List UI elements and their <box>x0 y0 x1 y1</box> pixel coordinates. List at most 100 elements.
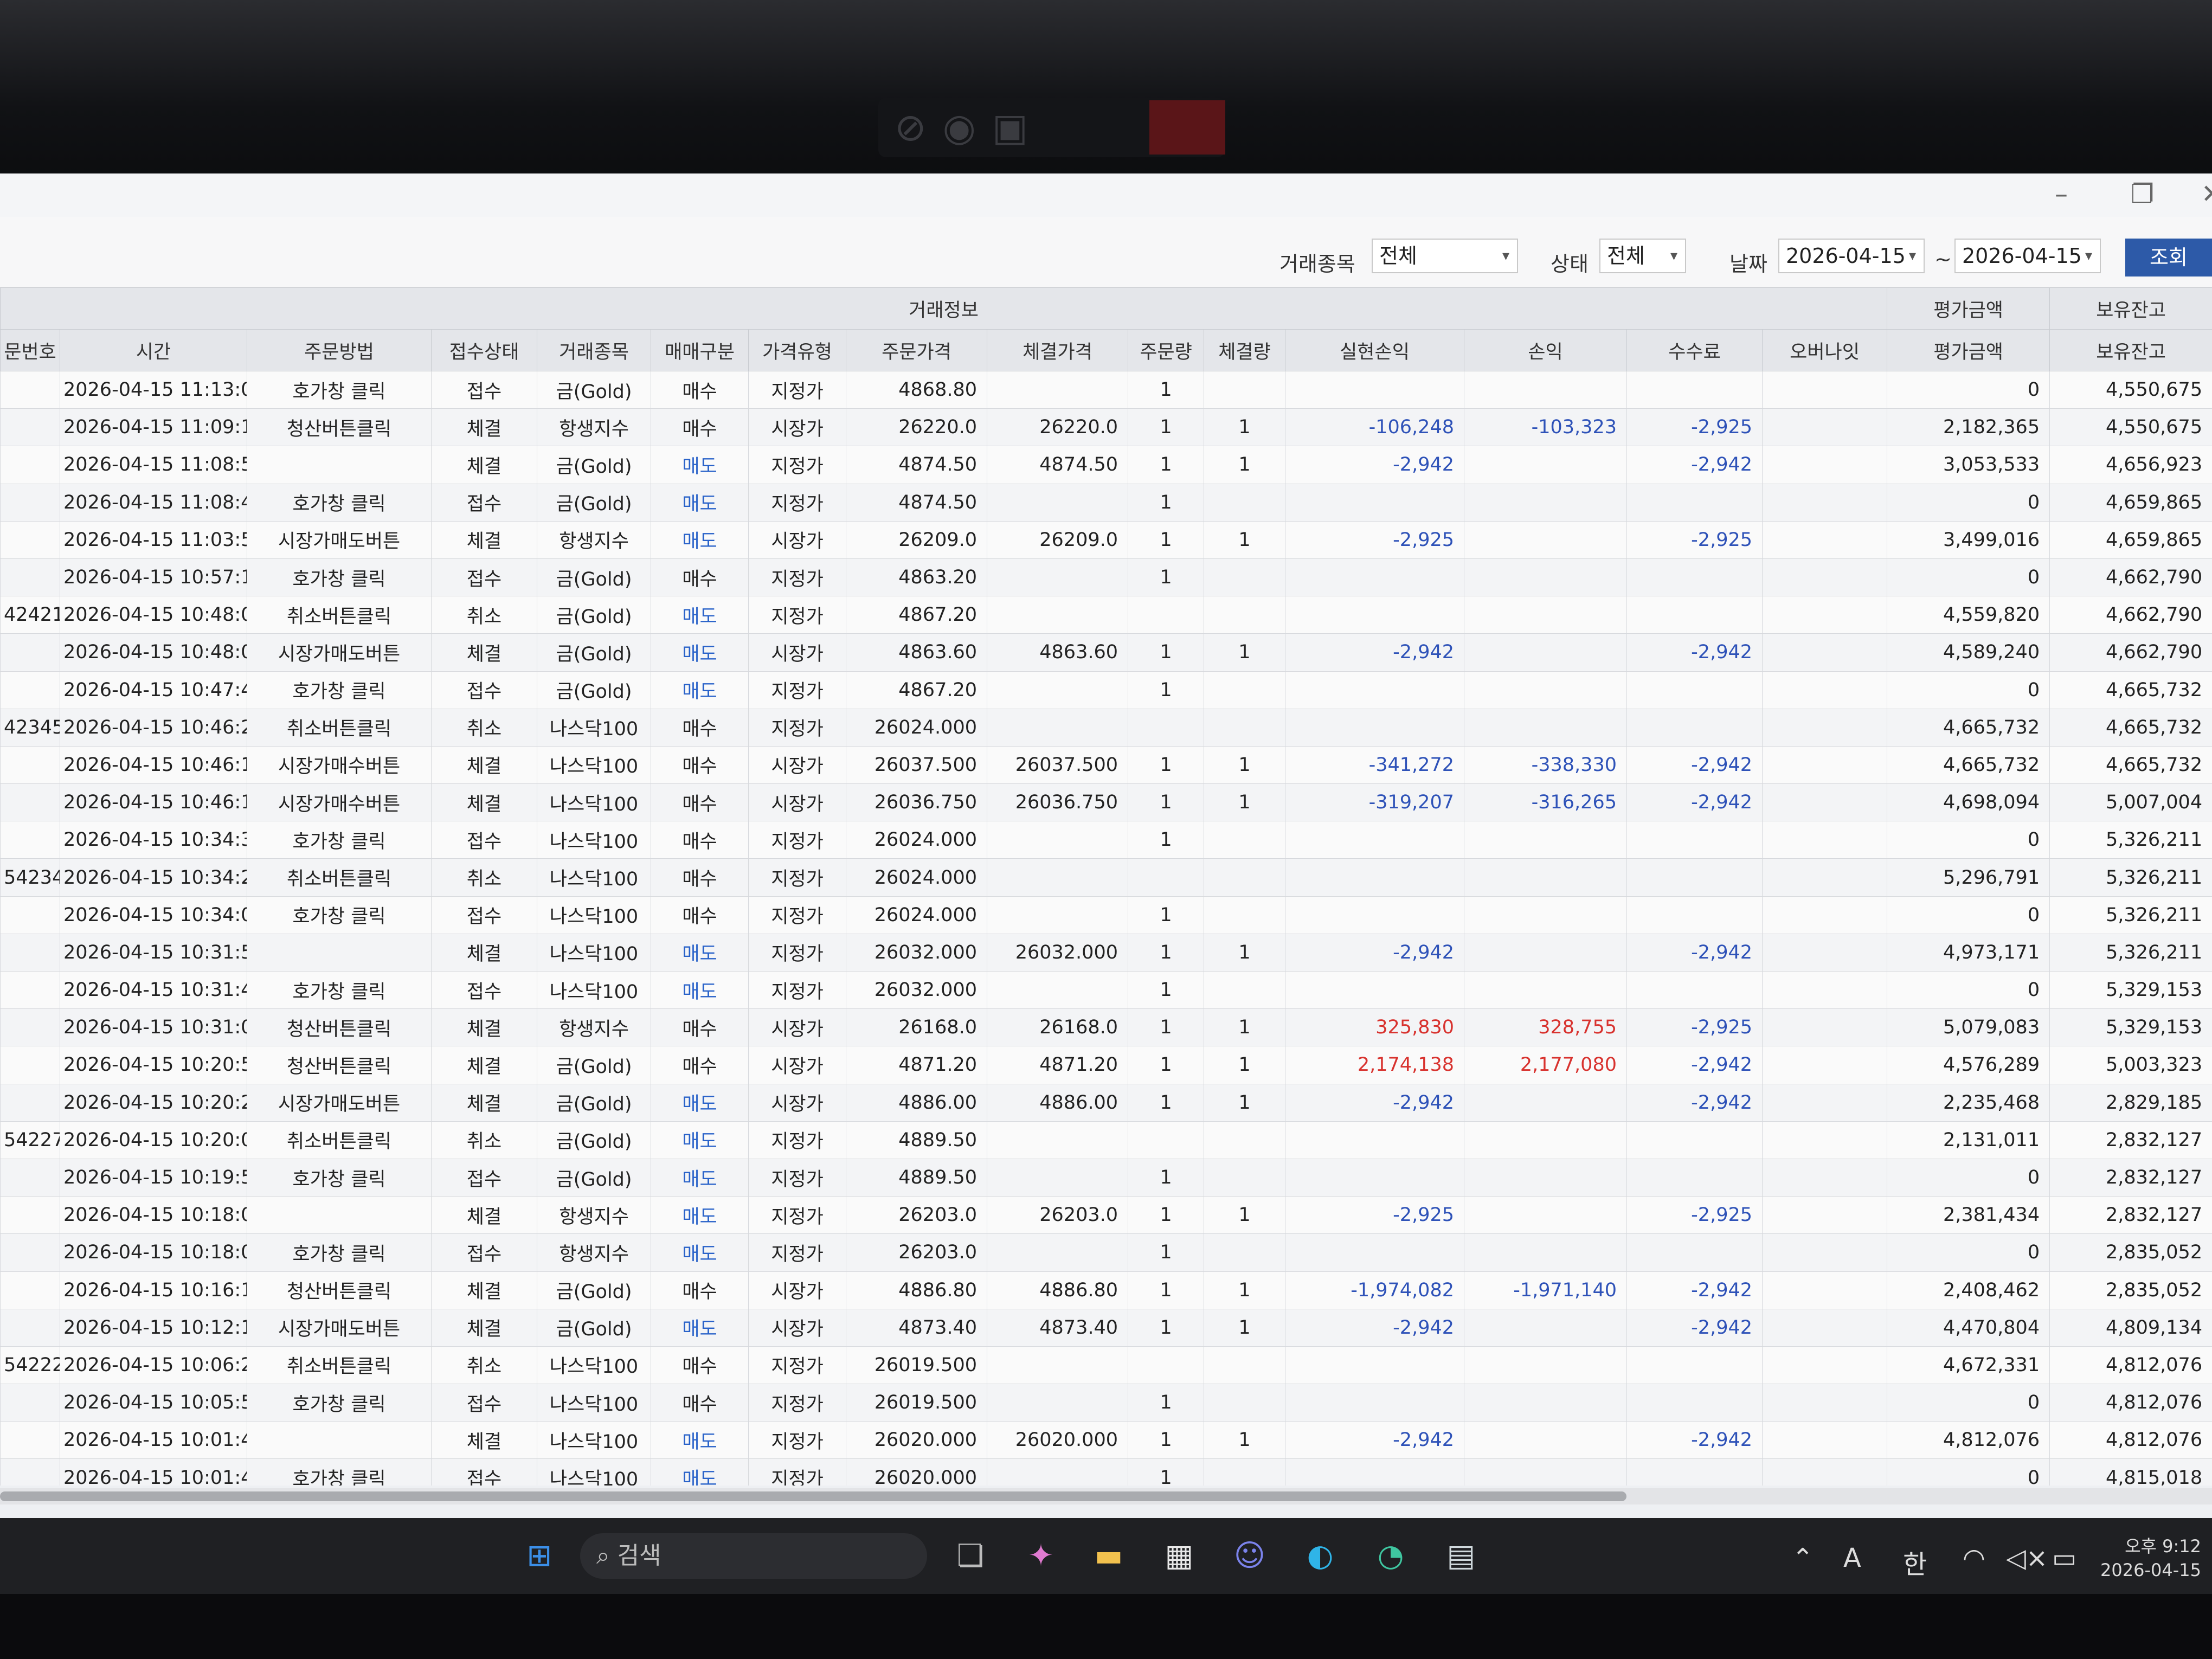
cell-fill-qty <box>1204 1121 1285 1159</box>
cell-receipt-status: 접수 <box>431 558 537 597</box>
battery-icon[interactable]: ▭ <box>2052 1543 2076 1573</box>
windows-start-icon[interactable]: ⊞ <box>518 1534 561 1578</box>
table-row[interactable]: 2026-04-15 11:13:05 호가창 클릭 접수 금(Gold) 매수 지정가 4… <box>0 370 2212 409</box>
cell-fill-qty <box>1204 370 1285 409</box>
column-header-pnl[interactable]: 손익 <box>1464 329 1627 371</box>
table-row[interactable]: 2026-04-15 11:03:57 시장가매도버튼 체결 항생지수 매도 시장가 262… <box>0 520 2212 559</box>
ime-mode-a[interactable]: A <box>1843 1543 1861 1573</box>
table-row[interactable]: 2026-04-15 10:47:48 호가창 클릭 접수 금(Gold) 매도 지정가 4… <box>0 671 2212 709</box>
date-to-select[interactable]: 2026-04-15 ▾ <box>1954 239 2101 273</box>
cell-fee <box>1626 896 1763 934</box>
column-header-order-qty[interactable]: 주문량 <box>1128 329 1204 371</box>
table-row[interactable]: 2026-04-15 10:34:02 호가창 클릭 접수 나스닥100 매수 지정가 26… <box>0 896 2212 934</box>
table-row[interactable]: 2026-04-15 10:20:20 시장가매도버튼 체결 금(Gold) 매도 시장가… <box>0 1083 2212 1122</box>
cell-fill-qty: 1 <box>1204 1008 1285 1047</box>
column-header-overnight[interactable]: 오버나잇 <box>1761 329 1888 371</box>
table-row[interactable]: 2026-04-15 10:16:15 청산버튼클릭 체결 금(Gold) 매수 시장가 4… <box>0 1271 2212 1309</box>
table-row[interactable]: 2026-04-15 11:08:49 호가창 클릭 접수 금(Gold) 매도 지정가 4… <box>0 483 2212 522</box>
cell-order-method: 취소버튼클릭 <box>247 708 432 747</box>
store-icon[interactable]: ▦ <box>1158 1534 1201 1578</box>
teams-icon[interactable]: ☺ <box>1228 1534 1271 1578</box>
column-header-fill-qty[interactable]: 체결량 <box>1204 329 1285 371</box>
column-header-order-method[interactable]: 주문방법 <box>247 329 432 371</box>
table-row[interactable]: 5423402026-04-15 10:34:21취소버튼클릭취소나스닥100매… <box>0 858 2212 897</box>
cell-order-method <box>247 1196 432 1234</box>
column-header-symbol[interactable]: 거래종목 <box>537 329 651 371</box>
cell-order-method: 호가창 클릭 <box>247 558 432 597</box>
table-row[interactable]: 2026-04-15 10:20:52 청산버튼클릭 체결 금(Gold) 매수 시장가 4… <box>0 1046 2212 1084</box>
trading-app-icon[interactable]: ▤ <box>1439 1534 1483 1578</box>
app-swirl-icon[interactable]: ◔ <box>1369 1534 1412 1578</box>
table-row[interactable]: 2026-04-15 10:12:13 시장가매도버튼 체결 금(Gold) 매도 시장가… <box>0 1308 2212 1347</box>
cell-side: 매도 <box>651 1233 749 1272</box>
horizontal-scrollbar[interactable] <box>0 1488 2212 1504</box>
column-header-realized-pnl[interactable]: 실현손익 <box>1285 329 1464 371</box>
taskbar-search[interactable]: ⌕ 검색 <box>580 1533 927 1579</box>
table-row[interactable]: 2026-04-15 10:05:56 호가창 클릭 접수 나스닥100 매수 지정가 26… <box>0 1384 2212 1422</box>
task-view-icon[interactable]: ❏ <box>949 1534 992 1578</box>
date-from-select[interactable]: 2026-04-15 ▾ <box>1778 239 1925 273</box>
symbol-filter-select[interactable]: 전체 ▾ <box>1372 239 1518 273</box>
wifi-icon[interactable]: ◠ <box>1963 1543 1985 1573</box>
column-header-price-type[interactable]: 가격유형 <box>748 329 846 371</box>
cell-time: 2026-04-15 10:01:48 <box>60 1421 247 1459</box>
cell-realized-pnl: 325,830 <box>1285 1008 1464 1047</box>
table-row[interactable]: 2026-04-15 10:57:14 호가창 클릭 접수 금(Gold) 매수 지정가 4… <box>0 558 2212 597</box>
column-header-fee[interactable]: 수수료 <box>1626 329 1763 371</box>
column-header-side[interactable]: 매매구분 <box>651 329 749 371</box>
column-header-fill-price[interactable]: 체결가격 <box>987 329 1128 371</box>
ime-mode-han[interactable]: 한 <box>1903 1543 1927 1581</box>
table-row[interactable]: 2026-04-15 10:31:05 청산버튼클릭 체결 항생지수 매수 시장가 2616… <box>0 1008 2212 1047</box>
cell-order-qty: 1 <box>1128 1046 1204 1084</box>
table-row[interactable]: 2026-04-15 10:46:16 시장가매수버튼 체결 나스닥100 매수 시장가 2… <box>0 783 2212 822</box>
restore-icon[interactable]: ❐ <box>2131 179 2154 209</box>
table-row[interactable]: 2026-04-15 10:01:48 체결 나스닥100 매도 지정가 26020.00… <box>0 1421 2212 1459</box>
table-row[interactable]: 2026-04-15 10:18:00 체결 항생지수 매도 지정가 26203.0 262… <box>0 1196 2212 1234</box>
table-row[interactable]: 42421 2026-04-15 10:48:05 취소버튼클릭 취소 금(Gold) 매… <box>0 596 2212 634</box>
column-header-eval-amount[interactable]: 평가금액 <box>1887 329 2050 371</box>
cell-side: 매수 <box>651 1271 749 1309</box>
table-row[interactable]: 2026-04-15 10:34:32 호가창 클릭 접수 나스닥100 매수 지정가 26… <box>0 821 2212 859</box>
table-row[interactable]: 2026-04-15 11:09:16 청산버튼클릭 체결 항생지수 매수 시장가 2622… <box>0 408 2212 447</box>
balance-group-header: 보유잔고 <box>2049 287 2212 330</box>
cell-receipt-status: 취소 <box>431 1346 537 1385</box>
table-row[interactable]: 2026-04-15 10:01:46 호가창 클릭 접수 나스닥100 매도 지정가 26… <box>0 1458 2212 1486</box>
cell-price-type: 지정가 <box>748 858 846 897</box>
copilot-icon[interactable]: ✦ <box>1019 1534 1063 1578</box>
column-header-balance[interactable]: 보유잔고 <box>2049 329 2212 371</box>
cell-order-price: 26036.750 <box>846 783 987 822</box>
volume-mute-icon[interactable]: ◁× <box>2006 1543 2048 1573</box>
table-row[interactable]: 2026-04-15 10:18:00 호가창 클릭 접수 항생지수 매도 지정가 2620… <box>0 1233 2212 1272</box>
column-header-order-price[interactable]: 주문가격 <box>846 329 987 371</box>
query-button[interactable]: 조회 <box>2125 239 2212 276</box>
cell-order-qty <box>1128 1346 1204 1385</box>
column-header-receipt-status[interactable]: 접수상태 <box>431 329 537 371</box>
table-row[interactable]: 2026-04-15 10:46:17 시장가매수버튼 체결 나스닥100 매수 시장가 2… <box>0 745 2212 785</box>
table-row[interactable]: 2026-04-15 11:08:55 체결 금(Gold) 매도 지정가 4874.50… <box>0 446 2212 484</box>
column-header-order-no[interactable]: 문번호 <box>0 329 60 371</box>
cell-overnight <box>1761 1083 1888 1122</box>
close-icon[interactable]: ✕ <box>2201 179 2212 209</box>
table-row[interactable]: 2026-04-15 10:48:03 시장가매도버튼 체결 금(Gold) 매도 시장가… <box>0 633 2212 672</box>
minimize-icon[interactable]: – <box>2055 179 2068 209</box>
edge-icon[interactable]: ◐ <box>1298 1534 1342 1578</box>
cell-price-type: 지정가 <box>748 1421 846 1459</box>
status-filter-select[interactable]: 전체 ▾ <box>1599 239 1686 273</box>
table-row[interactable]: 42345 2026-04-15 10:46:22 취소버튼클릭 취소 나스닥100 매수… <box>0 708 2212 747</box>
cell-price-type: 지정가 <box>748 708 846 747</box>
eval-group-header: 평가금액 <box>1887 287 2050 330</box>
cell-fill-price <box>987 558 1128 597</box>
cell-fill-qty: 1 <box>1204 633 1285 672</box>
cell-order-method <box>247 933 432 972</box>
table-row[interactable]: 2026-04-15 10:31:46 호가창 클릭 접수 나스닥100 매도 지정가 26… <box>0 970 2212 1009</box>
file-explorer-icon[interactable]: ▬ <box>1087 1534 1130 1578</box>
table-row[interactable]: 5422282026-04-15 10:06:25취소버튼클릭취소나스닥100매… <box>0 1346 2212 1385</box>
table-row[interactable]: 2026-04-15 10:19:58 호가창 클릭 접수 금(Gold) 매도 지정가 4… <box>0 1158 2212 1197</box>
column-header-time[interactable]: 시간 <box>60 329 247 371</box>
cell-fee <box>1626 1346 1763 1385</box>
table-row[interactable]: 2026-04-15 10:31:50 체결 나스닥100 매도 지정가 26032.00… <box>0 933 2212 972</box>
table-row[interactable]: 5422722026-04-15 10:20:07취소버튼클릭취소금(Gold)… <box>0 1121 2212 1159</box>
scrollbar-thumb[interactable] <box>0 1491 1626 1501</box>
chevron-up-icon[interactable]: ⌃ <box>1792 1543 1814 1573</box>
taskbar-clock[interactable]: 오후 9:12 2026-04-15 <box>2093 1534 2201 1582</box>
